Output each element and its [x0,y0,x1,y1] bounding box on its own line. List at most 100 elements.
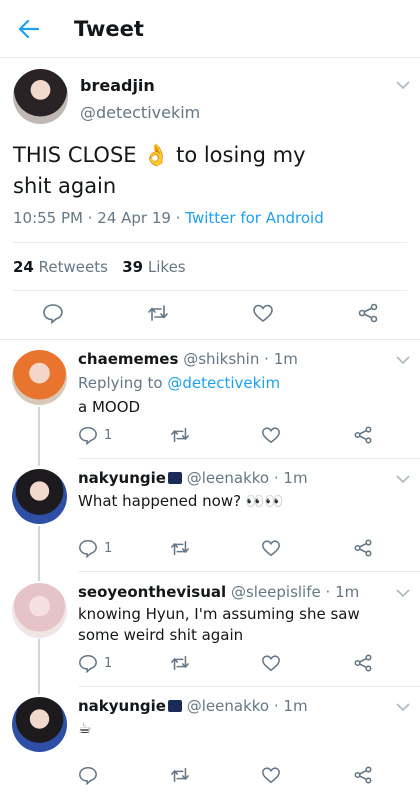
chevron-down-icon[interactable] [394,76,412,94]
reply-icon [79,426,97,445]
like-button[interactable] [261,653,281,673]
reply-action-bar [0,765,420,789]
heart-icon [262,767,280,784]
arrow-left-icon [19,19,39,38]
top-bar: Tweet [0,0,420,58]
reply-icon [43,304,63,324]
display-name[interactable]: nakyungie [78,469,166,487]
display-name[interactable]: nakyungie [78,697,166,715]
chevron-down-icon[interactable] [394,584,412,602]
share-button[interactable] [357,302,379,324]
reply-header: nakyungie @leenakko · 1m [78,469,308,487]
likes-label: Likes [147,258,186,276]
tweet-date: 24 Apr 19 [97,209,171,227]
reply-text: a MOOD [78,398,141,416]
retweet-button[interactable] [170,425,190,445]
share-icon [358,303,378,323]
share-icon [354,426,372,444]
chevron-down-icon[interactable] [394,351,412,369]
retweet-icon [171,540,189,556]
heart-icon [253,304,273,323]
share-icon [354,766,372,784]
user-handle[interactable]: @leenakko [187,697,269,715]
divider [78,458,420,459]
reply-header: chaememes @shikshin · 1m [78,350,298,368]
reply-button[interactable] [78,765,98,785]
retweet-icon [171,655,189,671]
avatar[interactable] [12,350,67,405]
chevron-down-icon[interactable] [394,470,412,488]
reply-text: knowing Hyun, I'm assuming she saw some … [78,605,360,644]
user-handle[interactable]: @sleepislife [231,583,321,601]
reply-text: What happened now? 👀👀 [78,492,284,510]
avatar[interactable] [12,469,67,524]
reply-button[interactable]: 1 [78,425,112,445]
retweets-stat[interactable]: 24 Retweets [13,258,108,276]
avatar[interactable] [12,697,67,752]
reply-button[interactable]: 1 [78,538,112,558]
reply-icon [79,654,97,673]
likes-stat[interactable]: 39 Likes [122,258,185,276]
retweet-button[interactable] [170,538,190,558]
tweet-text: THIS CLOSE 👌 to losing my shit again [13,140,408,202]
tweet-time: 10:55 PM [13,209,83,227]
display-name[interactable]: seoyeonthevisual [78,583,226,601]
reply-time: · 1m [273,469,308,487]
avatar[interactable] [13,69,68,124]
share-button[interactable] [353,653,373,673]
retweet-button[interactable] [170,765,190,785]
user-handle[interactable]: @leenakko [187,469,269,487]
like-button[interactable] [261,538,281,558]
reply-action-bar: 1 [0,425,420,449]
night-sky-emoji-icon [167,472,182,484]
divider [78,686,420,687]
reply-button[interactable] [42,302,64,324]
likes-count: 39 [122,258,144,276]
like-button[interactable] [261,425,281,445]
page-title: Tweet [74,16,144,41]
replying-to-label: Replying to [78,374,163,392]
ok-hand-emoji-icon: 👌 [143,143,170,167]
share-button[interactable] [353,538,373,558]
user-handle[interactable]: @detectivekim [80,103,200,122]
retweet-icon [171,427,189,443]
main-action-bar [0,302,420,326]
user-handle[interactable]: @shikshin [183,350,259,368]
share-icon [354,539,372,557]
night-sky-emoji-icon [167,700,182,712]
retweet-button[interactable] [147,302,169,324]
retweet-icon [171,767,189,783]
share-button[interactable] [353,425,373,445]
reply-header: nakyungie @leenakko · 1m [78,697,308,715]
back-button[interactable] [0,0,58,58]
reply-count: 1 [104,427,113,443]
reply-time: · 1m [264,350,298,368]
reply-icon [79,766,97,785]
tweet-source-link[interactable]: Twitter for Android [185,209,323,227]
display-name[interactable]: breadjin [80,76,155,95]
share-button[interactable] [353,765,373,785]
tweet-text-part: to losing my [176,143,306,167]
reply-header: seoyeonthevisual @sleepislife · 1m [78,583,359,601]
divider [13,242,407,243]
divider [78,571,420,572]
tweet-text-part: shit again [13,174,117,198]
display-name[interactable]: chaememes [78,350,178,368]
like-button[interactable] [261,765,281,785]
retweet-button[interactable] [170,653,190,673]
like-button[interactable] [252,302,274,324]
heart-icon [262,427,280,444]
reply-count: 1 [104,655,113,671]
tweet-stats: 24 Retweets 39 Likes [13,258,186,276]
reply-icon [79,539,97,558]
share-icon [354,654,372,672]
divider [13,290,407,291]
reply-button[interactable]: 1 [78,653,112,673]
avatar[interactable] [12,583,67,638]
chevron-down-icon[interactable] [394,698,412,716]
heart-icon [262,655,280,672]
mention-link[interactable]: @detectivekim [167,374,280,392]
tweet-text-part: THIS CLOSE [13,143,137,167]
replying-to: Replying to @detectivekim [78,374,280,392]
tweet-meta: 10:55 PM · 24 Apr 19 · Twitter for Andro… [13,209,324,227]
